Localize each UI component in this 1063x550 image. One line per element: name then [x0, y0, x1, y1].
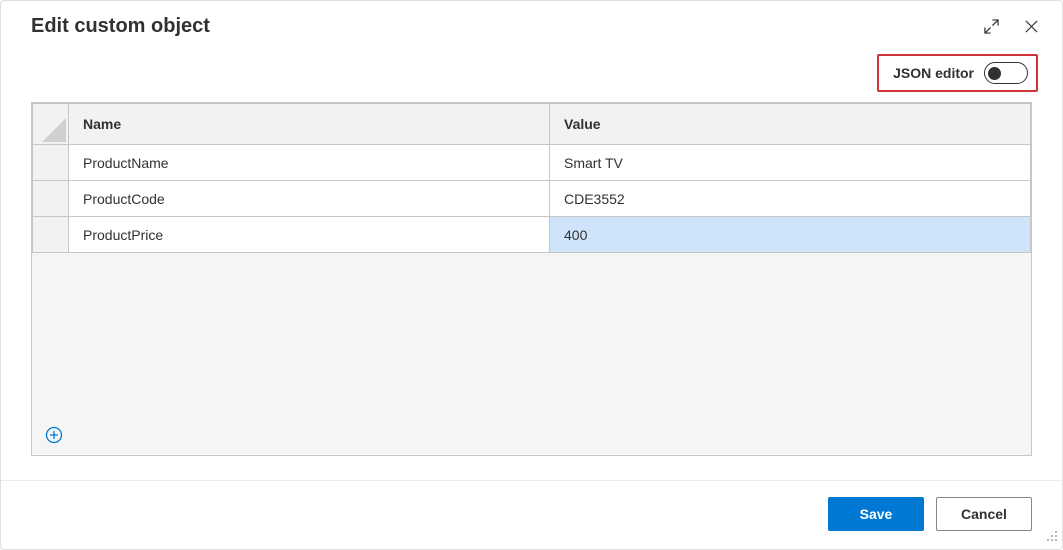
- dialog-footer: Save Cancel: [1, 480, 1062, 549]
- row-selector[interactable]: [33, 217, 69, 253]
- cell-name[interactable]: ProductName: [69, 145, 550, 181]
- table-row: ProductCodeCDE3552: [33, 181, 1031, 217]
- dialog-title: Edit custom object: [31, 15, 980, 38]
- row-selector[interactable]: [33, 181, 69, 217]
- save-button[interactable]: Save: [828, 497, 924, 531]
- json-editor-toggle-highlight: JSON editor: [877, 54, 1038, 92]
- select-all-corner[interactable]: [33, 104, 69, 145]
- column-header-name[interactable]: Name: [69, 104, 550, 145]
- json-editor-label: JSON editor: [893, 65, 974, 81]
- cell-value[interactable]: Smart TV: [550, 145, 1031, 181]
- column-header-value[interactable]: Value: [550, 104, 1031, 145]
- table-row: ProductNameSmart TV: [33, 145, 1031, 181]
- properties-table: Name Value ProductNameSmart TVProductCod…: [32, 103, 1031, 253]
- toggle-knob: [988, 67, 1001, 80]
- expand-icon[interactable]: [980, 16, 1002, 38]
- table-row: ProductPrice400: [33, 217, 1031, 253]
- table-container: Name Value ProductNameSmart TVProductCod…: [31, 102, 1032, 456]
- add-row-icon[interactable]: [44, 425, 64, 445]
- dialog-header: Edit custom object: [1, 1, 1062, 48]
- cell-name[interactable]: ProductPrice: [69, 217, 550, 253]
- header-controls: [980, 16, 1042, 38]
- table-empty-area: [32, 253, 1031, 455]
- cell-value[interactable]: CDE3552: [550, 181, 1031, 217]
- cell-name[interactable]: ProductCode: [69, 181, 550, 217]
- row-selector[interactable]: [33, 145, 69, 181]
- close-icon[interactable]: [1020, 16, 1042, 38]
- resize-grip-icon[interactable]: [1046, 529, 1058, 545]
- json-editor-toggle[interactable]: [984, 62, 1028, 84]
- cancel-button[interactable]: Cancel: [936, 497, 1032, 531]
- cell-value[interactable]: 400: [550, 217, 1031, 253]
